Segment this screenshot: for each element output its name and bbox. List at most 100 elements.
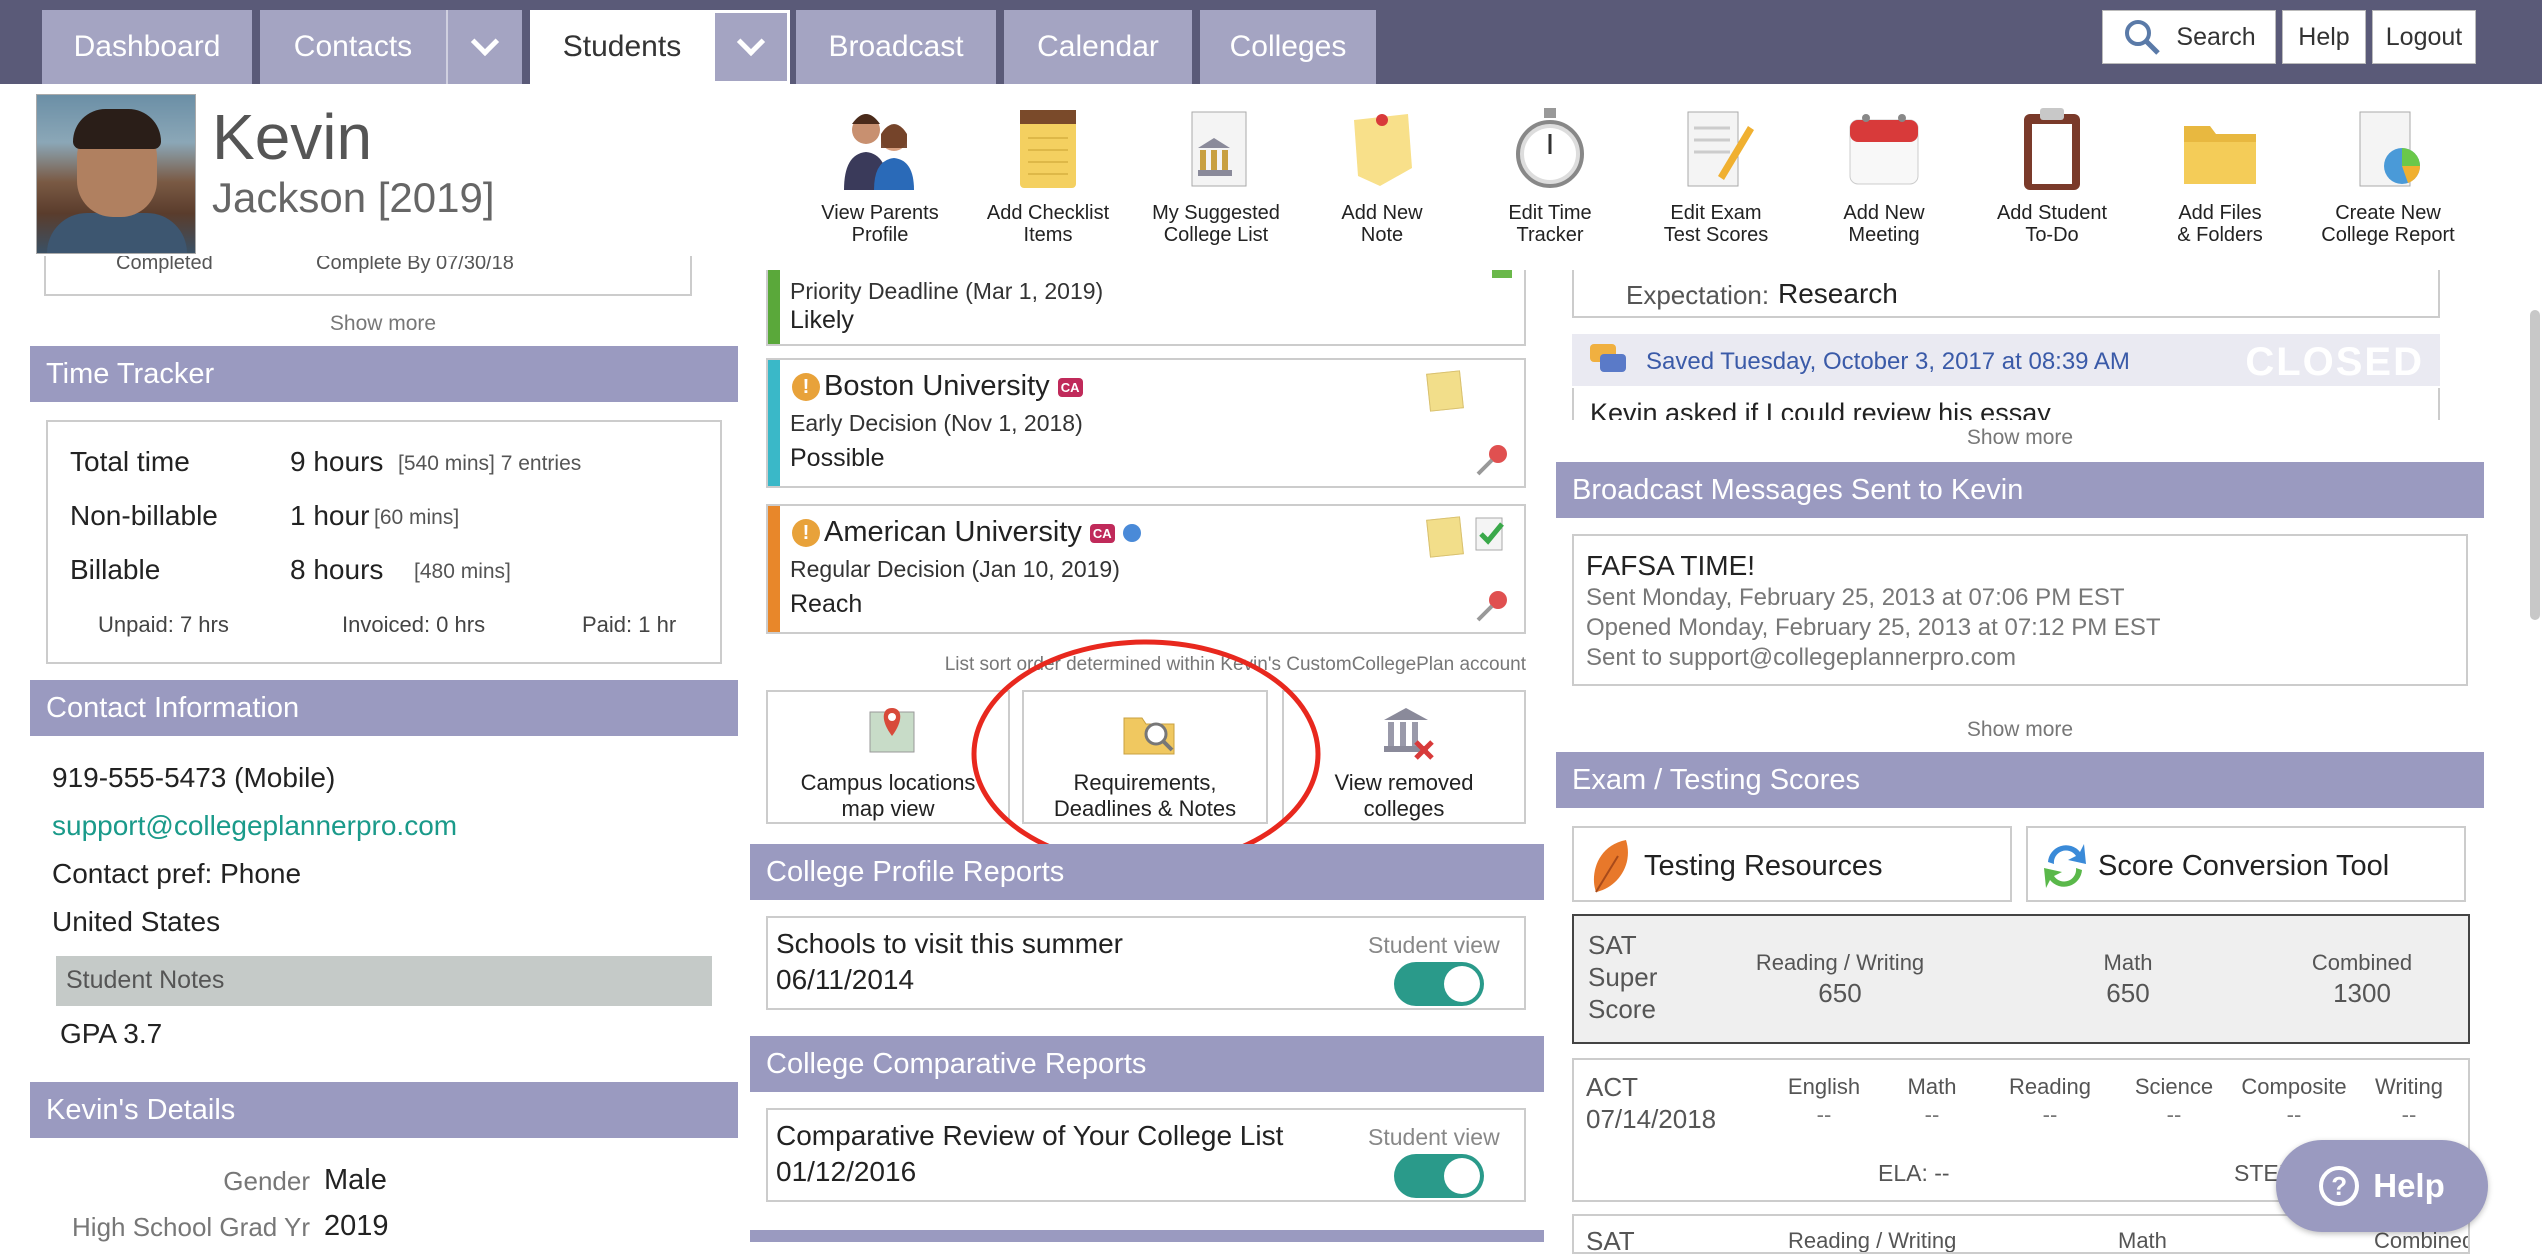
- broadcast-message[interactable]: FAFSA TIME! Sent Monday, February 25, 20…: [1572, 534, 2468, 686]
- college-deadline: Priority Deadline (Mar 1, 2019): [790, 278, 1104, 304]
- toolbar-college-list-button[interactable]: My Suggested College List: [1136, 104, 1296, 246]
- globe-icon: [1122, 524, 1141, 543]
- sat-label: SAT: [1586, 1226, 1635, 1254]
- contact-email-link[interactable]: support@collegeplannerpro.com: [52, 810, 457, 842]
- toolbar-label: To-Do: [2025, 224, 2079, 246]
- toolbar-note-button[interactable]: Add New Note: [1302, 104, 1462, 246]
- grad-year-label: High School Grad Yr: [72, 1212, 310, 1242]
- score-value: --: [1816, 1102, 1832, 1127]
- toolbar-label: Add Student: [1996, 202, 2108, 224]
- tab-broadcast[interactable]: Broadcast: [796, 10, 996, 84]
- toolbar-stopwatch-button[interactable]: Edit Time Tracker: [1470, 104, 1630, 246]
- toolbar-label: Edit Exam: [1670, 202, 1762, 224]
- testing-resources-button[interactable]: Testing Resources: [1572, 826, 2012, 902]
- pin-icon[interactable]: [1474, 442, 1510, 478]
- student-view-toggle[interactable]: [1394, 1154, 1484, 1198]
- toolbar-label: College Report: [2321, 224, 2455, 246]
- show-more-link[interactable]: Show more: [30, 312, 736, 336]
- student-view-toggle[interactable]: [1394, 962, 1484, 1006]
- comparative-report-item[interactable]: Comparative Review of Your College List …: [766, 1108, 1526, 1202]
- college-card[interactable]: ! American University CA Regular Decision…: [766, 504, 1526, 634]
- profile-report-item[interactable]: Schools to visit this summer 06/11/2014 …: [766, 916, 1526, 1010]
- time-tracker-header: Time Tracker: [30, 346, 738, 402]
- time-label: Non-billable: [70, 500, 218, 531]
- floating-help-button[interactable]: ? Help: [2276, 1140, 2488, 1232]
- tab-colleges[interactable]: Colleges: [1200, 10, 1376, 84]
- toolbar-parents-button[interactable]: View Parents Profile: [800, 104, 960, 246]
- college-name[interactable]: American University: [824, 516, 1082, 548]
- report-icon: [2346, 104, 2430, 194]
- paid-hours: Paid: 1 hr: [582, 612, 677, 637]
- college-name[interactable]: Boston University: [824, 370, 1050, 402]
- toolbar-clipboard-button[interactable]: Add Student To-Do: [1972, 104, 2132, 246]
- page-scrollbar[interactable]: [2530, 310, 2540, 620]
- college-card[interactable]: ! Boston University CA Early Decision (No…: [766, 358, 1526, 488]
- warning-icon: !: [792, 519, 820, 548]
- time-value: 9 hours: [290, 446, 384, 477]
- checklist-status: Completed: [116, 256, 213, 274]
- score-column-label: Composite: [2241, 1074, 2347, 1099]
- tab-dashboard[interactable]: Dashboard: [42, 10, 252, 84]
- toolbar-label: Add New: [1843, 202, 1925, 224]
- common-app-icon: CA: [1057, 377, 1083, 397]
- score-column-label: Math: [2103, 950, 2153, 975]
- expectation-value: Research: [1778, 278, 1898, 309]
- chevron-down-icon: [736, 27, 766, 57]
- tab-calendar[interactable]: Calendar: [1004, 10, 1192, 84]
- sat-label: Score: [1588, 994, 1656, 1024]
- note-header: Saved Tuesday, October 3, 2017 at 08:39 …: [1572, 334, 2440, 386]
- score-value: 650: [2106, 978, 2150, 1008]
- score-value: 650: [1818, 978, 1862, 1008]
- clipboard-icon: [2010, 104, 2094, 194]
- time-value: 1 hour: [290, 500, 370, 531]
- report-title[interactable]: Schools to visit this summer: [776, 928, 1123, 960]
- partial-checklist-row: Completed Complete By 07/30/18: [44, 256, 692, 296]
- report-date: 06/11/2014: [776, 964, 915, 995]
- checklist-due: Complete By 07/30/18: [316, 256, 514, 274]
- sat-super-score-card: SAT Super Score Reading / Writing 650 Ma…: [1572, 914, 2470, 1044]
- pin-icon[interactable]: [1474, 588, 1510, 624]
- toolbar-exam-button[interactable]: Edit Exam Test Scores: [1636, 104, 1796, 246]
- folder-icon: [2178, 104, 2262, 194]
- college-card[interactable]: Priority Deadline (Mar 1, 2019) Likely: [766, 270, 1526, 346]
- note-icon[interactable]: [1426, 516, 1464, 558]
- highlight-circle-annotation: [971, 639, 1321, 869]
- checklist-check-icon[interactable]: [1472, 516, 1508, 552]
- report-title[interactable]: Comparative Review of Your College List: [776, 1120, 1283, 1152]
- toolbar-calendar-button[interactable]: Add New Meeting: [1804, 104, 1964, 246]
- testing-resources-label: Testing Resources: [1644, 850, 1883, 882]
- tab-students[interactable]: Students: [530, 10, 714, 84]
- toolbar-report-button[interactable]: Create New College Report: [2308, 104, 2468, 246]
- time-tracker-box: Total time 9 hours [540 mins] 7 entries …: [46, 420, 722, 664]
- gender-label: Gender: [223, 1166, 310, 1196]
- score-column-label: Writing: [2374, 1074, 2444, 1099]
- tab-contacts[interactable]: Contacts: [260, 10, 446, 84]
- college-status: Possible: [790, 444, 885, 472]
- college-list-icon: [1174, 104, 1258, 194]
- score-conversion-button[interactable]: Score Conversion Tool: [2026, 826, 2466, 902]
- broadcast-subject[interactable]: FAFSA TIME!: [1586, 550, 1755, 582]
- sat-label: SAT: [1588, 930, 1637, 960]
- toolbar-checklist-button[interactable]: Add Checklist Items: [968, 104, 1128, 246]
- note-body: Kevin asked if I could review his essay: [1572, 388, 2440, 420]
- contact-country: United States: [52, 906, 221, 937]
- time-value: 8 hours: [290, 554, 384, 585]
- show-more-link[interactable]: Show more: [1556, 718, 2484, 742]
- logout-link[interactable]: Logout: [2372, 10, 2476, 64]
- broadcast-sent: Sent Monday, February 25, 2013 at 07:06 …: [1586, 584, 2125, 611]
- report-date: 01/12/2016: [776, 1156, 917, 1187]
- show-more-link[interactable]: Show more: [1556, 426, 2484, 450]
- search-button[interactable]: Search: [2102, 10, 2276, 64]
- toolbar-label: Add Files: [2178, 202, 2262, 224]
- contacts-dropdown[interactable]: [446, 10, 522, 84]
- students-dropdown[interactable]: [712, 10, 790, 84]
- student-first-name: Kevin: [212, 101, 373, 173]
- student-gpa-note: GPA 3.7: [60, 1018, 163, 1049]
- leaf-icon: [1593, 840, 1628, 893]
- note-icon[interactable]: [1426, 370, 1464, 412]
- college-comparative-reports-header: College Comparative Reports: [750, 1036, 1544, 1092]
- toolbar-folder-button[interactable]: Add Files & Folders: [2140, 104, 2300, 246]
- student-view-label: Student view: [1368, 1124, 1500, 1150]
- toolbar-label: Tracker: [1516, 224, 1584, 246]
- help-link[interactable]: Help: [2282, 10, 2366, 64]
